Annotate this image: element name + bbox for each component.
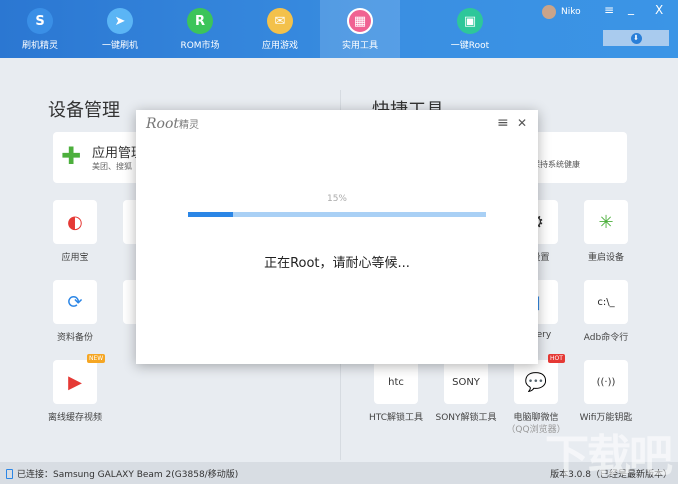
tool-label: SONY解锁工具 xyxy=(435,413,497,423)
tool-tile[interactable]: ◐ xyxy=(53,200,97,244)
tool-label: HTC解锁工具 xyxy=(368,413,424,423)
minimize-button[interactable]: _ xyxy=(628,1,634,15)
avatar xyxy=(542,5,556,19)
tool-icon: htc xyxy=(388,376,404,388)
tool-label: Adb命令行 xyxy=(583,333,629,343)
tab-label: 实用工具 xyxy=(341,41,378,51)
tool-icon: ((·)) xyxy=(596,376,616,388)
tab-label: 应用游戏 xyxy=(261,41,298,51)
tab-label: 刷机精灵 xyxy=(21,41,58,51)
tool-icon: 💬 xyxy=(524,371,548,393)
tool-tile[interactable]: ((·)) xyxy=(584,360,628,404)
download-button[interactable]: ⬇ xyxy=(603,30,669,46)
tool-tile[interactable]: ▶ xyxy=(53,360,97,404)
tab-0[interactable]: S 刷机精灵 xyxy=(0,0,80,58)
tab-4[interactable]: ▦ 实用工具 xyxy=(320,0,400,58)
dialog-menu-icon[interactable]: ≡ xyxy=(497,115,509,131)
tool-label: 资料备份 xyxy=(56,333,93,343)
tool-icon: c:\_ xyxy=(597,296,615,308)
user-profile[interactable]: Niko xyxy=(542,5,581,19)
tool-tile[interactable]: 💬 xyxy=(514,360,558,404)
grid-icon: ▦ xyxy=(347,8,373,34)
close-button[interactable]: X xyxy=(655,3,663,17)
menu-button[interactable]: ≡ xyxy=(604,3,614,17)
top-nav-bar: S 刷机精灵 ➤ 一键刷机 R ROM市场 ✉ 应用游戏 ▦ 实用工具 ▣ 一键Root Niko ≡… xyxy=(0,0,678,58)
tool-label: 重启设备 xyxy=(587,253,624,263)
download-icon: ⬇ xyxy=(630,32,642,44)
tab-3[interactable]: ✉ 应用游戏 xyxy=(240,0,320,58)
tool-icon: SONY xyxy=(452,376,480,388)
tool-tile[interactable]: htc xyxy=(374,360,418,404)
tool-icon: ▶ xyxy=(68,371,82,393)
root-progress-dialog: Root精灵 ≡ ✕ 15% 正在Root，请耐心等候... xyxy=(136,110,538,364)
progress-bar xyxy=(188,212,486,217)
connection-status: 已连接：Samsung GALAXY Beam 2(G3858/移动版) xyxy=(6,467,238,480)
root-logo: Root精灵 xyxy=(146,116,200,132)
tool-tile[interactable]: c:\_ xyxy=(584,280,628,324)
tab-label: 一键刷机 xyxy=(101,41,138,51)
tab-5[interactable]: ▣ 一键Root xyxy=(430,0,510,58)
tool-tile[interactable]: ⟳ xyxy=(53,280,97,324)
puzzle-icon: ✚ xyxy=(61,142,82,170)
cursor-icon: ➤ xyxy=(107,8,133,34)
badge: HOT xyxy=(548,354,565,363)
device-management-title: 设备管理 xyxy=(48,100,120,121)
tool-tile[interactable]: SONY xyxy=(444,360,488,404)
dialog-close-icon[interactable]: ✕ xyxy=(517,116,527,130)
tool-tile[interactable]: ✳ xyxy=(584,200,628,244)
tool-icon: ⟳ xyxy=(67,291,83,313)
tool-label: 应用宝 xyxy=(61,253,89,263)
progress-fill xyxy=(188,212,233,217)
rom-icon: R xyxy=(187,8,213,34)
user-name: Niko xyxy=(561,7,581,17)
progress-percent: 15% xyxy=(326,194,347,204)
tool-icon: ✳ xyxy=(598,211,614,233)
badge: NEW xyxy=(87,354,106,363)
progress-message: 正在Root，请耐心等候... xyxy=(264,256,410,271)
shield-icon: S xyxy=(27,8,53,34)
tab-2[interactable]: R ROM市场 xyxy=(160,0,240,58)
mail-icon: ✉ xyxy=(267,8,293,34)
tab-label: 一键Root xyxy=(450,41,490,51)
tab-1[interactable]: ➤ 一键刷机 xyxy=(80,0,160,58)
tool-icon: ◐ xyxy=(67,211,83,233)
watermark: 下载吧 xyxy=(545,431,673,482)
card-desc: 美团、搜狐 xyxy=(92,162,132,171)
tab-label: ROM市场 xyxy=(180,41,220,51)
android-icon: ▣ xyxy=(457,8,483,34)
phone-icon xyxy=(6,469,13,479)
tool-label: 离线缓存视频 xyxy=(47,413,102,423)
